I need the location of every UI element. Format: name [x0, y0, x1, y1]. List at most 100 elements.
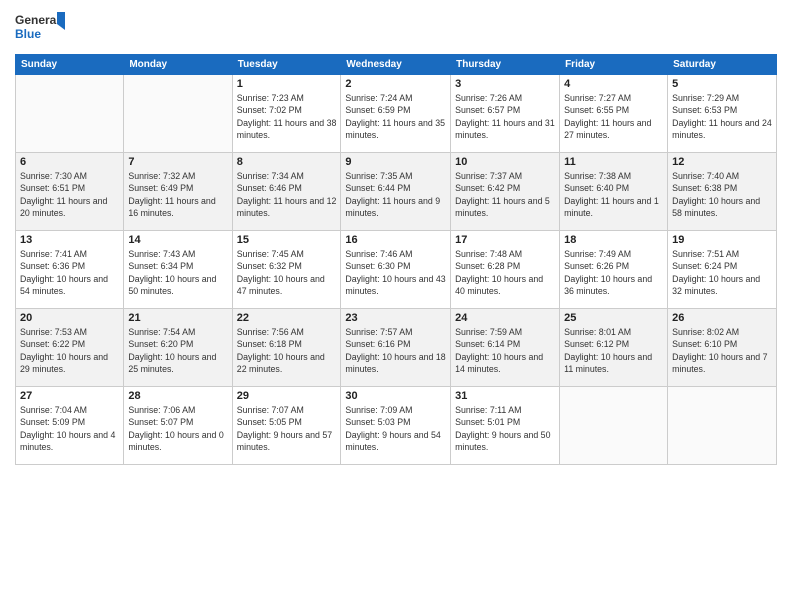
- calendar-cell: 7 Sunrise: 7:32 AM Sunset: 6:49 PM Daylig…: [124, 153, 232, 231]
- calendar-cell: 14 Sunrise: 7:43 AM Sunset: 6:34 PM Dayli…: [124, 231, 232, 309]
- day-number: 30: [345, 390, 446, 402]
- day-info: Sunrise: 7:48 AM Sunset: 6:28 PM Dayligh…: [455, 248, 555, 297]
- calendar-cell: 3 Sunrise: 7:26 AM Sunset: 6:57 PM Daylig…: [451, 75, 560, 153]
- calendar-cell: 18 Sunrise: 7:49 AM Sunset: 6:26 PM Dayli…: [560, 231, 668, 309]
- calendar-cell: [124, 75, 232, 153]
- day-info: Sunrise: 7:26 AM Sunset: 6:57 PM Dayligh…: [455, 92, 555, 141]
- day-number: 3: [455, 78, 555, 90]
- calendar-cell: 25 Sunrise: 8:01 AM Sunset: 6:12 PM Dayli…: [560, 309, 668, 387]
- calendar-cell: 20Sunrise: 7:53 AM Sunset: 6:22 PM Dayli…: [16, 309, 124, 387]
- svg-text:General: General: [15, 13, 60, 27]
- day-info: Sunrise: 7:23 AM Sunset: 7:02 PM Dayligh…: [237, 92, 337, 141]
- day-number: 8: [237, 156, 337, 168]
- week-row-2: 6 Sunrise: 7:30 AM Sunset: 6:51 PM Daylig…: [16, 153, 777, 231]
- weekday-friday: Friday: [560, 55, 668, 75]
- day-info: Sunrise: 8:01 AM Sunset: 6:12 PM Dayligh…: [564, 326, 663, 375]
- day-info: Sunrise: 7:27 AM Sunset: 6:55 PM Dayligh…: [564, 92, 663, 141]
- calendar-cell: 22 Sunrise: 7:56 AM Sunset: 6:18 PM Dayli…: [232, 309, 341, 387]
- day-info: Sunrise: 7:11 AM Sunset: 5:01 PM Dayligh…: [455, 404, 555, 453]
- day-number: 2: [345, 78, 446, 90]
- calendar-cell: 15Sunrise: 7:45 AM Sunset: 6:32 PM Dayli…: [232, 231, 341, 309]
- day-info: Sunrise: 7:24 AM Sunset: 6:59 PM Dayligh…: [345, 92, 446, 141]
- weekday-saturday: Saturday: [668, 55, 777, 75]
- day-number: 14: [128, 234, 227, 246]
- calendar-cell: 13 Sunrise: 7:41 AM Sunset: 6:36 PM Dayli…: [16, 231, 124, 309]
- day-number: 4: [564, 78, 663, 90]
- day-number: 12: [672, 156, 772, 168]
- day-info: Sunrise: 7:45 AM Sunset: 6:32 PM Dayligh…: [237, 248, 337, 297]
- day-number: 26: [672, 312, 772, 324]
- calendar-cell: 9 Sunrise: 7:35 AM Sunset: 6:44 PM Daylig…: [341, 153, 451, 231]
- day-info: Sunrise: 7:29 AM Sunset: 6:53 PM Dayligh…: [672, 92, 772, 141]
- day-number: 16: [345, 234, 446, 246]
- calendar-cell: 17 Sunrise: 7:48 AM Sunset: 6:28 PM Dayli…: [451, 231, 560, 309]
- day-number: 19: [672, 234, 772, 246]
- day-info: Sunrise: 7:04 AM Sunset: 5:09 PM Dayligh…: [20, 404, 119, 453]
- day-number: 24: [455, 312, 555, 324]
- day-number: 29: [237, 390, 337, 402]
- week-row-3: 13 Sunrise: 7:41 AM Sunset: 6:36 PM Dayli…: [16, 231, 777, 309]
- day-info: Sunrise: 7:07 AM Sunset: 5:05 PM Dayligh…: [237, 404, 337, 453]
- calendar-cell: 26Sunrise: 8:02 AM Sunset: 6:10 PM Dayli…: [668, 309, 777, 387]
- calendar-cell: 24 Sunrise: 7:59 AM Sunset: 6:14 PM Dayli…: [451, 309, 560, 387]
- calendar: SundayMondayTuesdayWednesdayThursdayFrid…: [15, 54, 777, 465]
- weekday-wednesday: Wednesday: [341, 55, 451, 75]
- weekday-tuesday: Tuesday: [232, 55, 341, 75]
- day-info: Sunrise: 7:53 AM Sunset: 6:22 PM Dayligh…: [20, 326, 119, 375]
- day-info: Sunrise: 7:46 AM Sunset: 6:30 PM Dayligh…: [345, 248, 446, 297]
- day-info: Sunrise: 7:56 AM Sunset: 6:18 PM Dayligh…: [237, 326, 337, 375]
- logo: General Blue: [15, 10, 65, 46]
- day-info: Sunrise: 7:54 AM Sunset: 6:20 PM Dayligh…: [128, 326, 227, 375]
- day-number: 7: [128, 156, 227, 168]
- day-info: Sunrise: 7:59 AM Sunset: 6:14 PM Dayligh…: [455, 326, 555, 375]
- calendar-cell: 5Sunrise: 7:29 AM Sunset: 6:53 PM Daylig…: [668, 75, 777, 153]
- calendar-cell: [16, 75, 124, 153]
- calendar-cell: 27 Sunrise: 7:04 AM Sunset: 5:09 PM Dayli…: [16, 387, 124, 465]
- weekday-monday: Monday: [124, 55, 232, 75]
- day-number: 9: [345, 156, 446, 168]
- day-info: Sunrise: 7:32 AM Sunset: 6:49 PM Dayligh…: [128, 170, 227, 219]
- day-number: 27: [20, 390, 119, 402]
- calendar-cell: 10Sunrise: 7:37 AM Sunset: 6:42 PM Dayli…: [451, 153, 560, 231]
- day-number: 28: [128, 390, 227, 402]
- day-info: Sunrise: 7:09 AM Sunset: 5:03 PM Dayligh…: [345, 404, 446, 453]
- calendar-cell: 4 Sunrise: 7:27 AM Sunset: 6:55 PM Daylig…: [560, 75, 668, 153]
- day-info: Sunrise: 7:06 AM Sunset: 5:07 PM Dayligh…: [128, 404, 227, 453]
- day-info: Sunrise: 7:35 AM Sunset: 6:44 PM Dayligh…: [345, 170, 446, 219]
- calendar-cell: [560, 387, 668, 465]
- day-info: Sunrise: 7:49 AM Sunset: 6:26 PM Dayligh…: [564, 248, 663, 297]
- day-number: 25: [564, 312, 663, 324]
- calendar-cell: 11Sunrise: 7:38 AM Sunset: 6:40 PM Dayli…: [560, 153, 668, 231]
- calendar-cell: 12 Sunrise: 7:40 AM Sunset: 6:38 PM Dayli…: [668, 153, 777, 231]
- calendar-cell: 16 Sunrise: 7:46 AM Sunset: 6:30 PM Dayli…: [341, 231, 451, 309]
- day-number: 18: [564, 234, 663, 246]
- day-number: 6: [20, 156, 119, 168]
- svg-text:Blue: Blue: [15, 27, 41, 41]
- calendar-cell: 1 Sunrise: 7:23 AM Sunset: 7:02 PM Daylig…: [232, 75, 341, 153]
- day-number: 17: [455, 234, 555, 246]
- day-info: Sunrise: 7:43 AM Sunset: 6:34 PM Dayligh…: [128, 248, 227, 297]
- week-row-1: 1 Sunrise: 7:23 AM Sunset: 7:02 PM Daylig…: [16, 75, 777, 153]
- logo-svg: General Blue: [15, 10, 65, 46]
- calendar-cell: 21 Sunrise: 7:54 AM Sunset: 6:20 PM Dayli…: [124, 309, 232, 387]
- calendar-cell: 19Sunrise: 7:51 AM Sunset: 6:24 PM Dayli…: [668, 231, 777, 309]
- day-info: Sunrise: 7:30 AM Sunset: 6:51 PM Dayligh…: [20, 170, 119, 219]
- day-info: Sunrise: 7:41 AM Sunset: 6:36 PM Dayligh…: [20, 248, 119, 297]
- day-number: 21: [128, 312, 227, 324]
- day-number: 10: [455, 156, 555, 168]
- day-number: 23: [345, 312, 446, 324]
- day-info: Sunrise: 7:40 AM Sunset: 6:38 PM Dayligh…: [672, 170, 772, 219]
- calendar-cell: 2 Sunrise: 7:24 AM Sunset: 6:59 PM Daylig…: [341, 75, 451, 153]
- day-number: 1: [237, 78, 337, 90]
- calendar-cell: [668, 387, 777, 465]
- day-number: 22: [237, 312, 337, 324]
- calendar-cell: 29 Sunrise: 7:07 AM Sunset: 5:05 PM Dayli…: [232, 387, 341, 465]
- day-number: 13: [20, 234, 119, 246]
- calendar-cell: 23Sunrise: 7:57 AM Sunset: 6:16 PM Dayli…: [341, 309, 451, 387]
- day-number: 11: [564, 156, 663, 168]
- calendar-cell: 30 Sunrise: 7:09 AM Sunset: 5:03 PM Dayli…: [341, 387, 451, 465]
- weekday-sunday: Sunday: [16, 55, 124, 75]
- day-number: 31: [455, 390, 555, 402]
- weekday-header-row: SundayMondayTuesdayWednesdayThursdayFrid…: [16, 55, 777, 75]
- week-row-4: 20Sunrise: 7:53 AM Sunset: 6:22 PM Dayli…: [16, 309, 777, 387]
